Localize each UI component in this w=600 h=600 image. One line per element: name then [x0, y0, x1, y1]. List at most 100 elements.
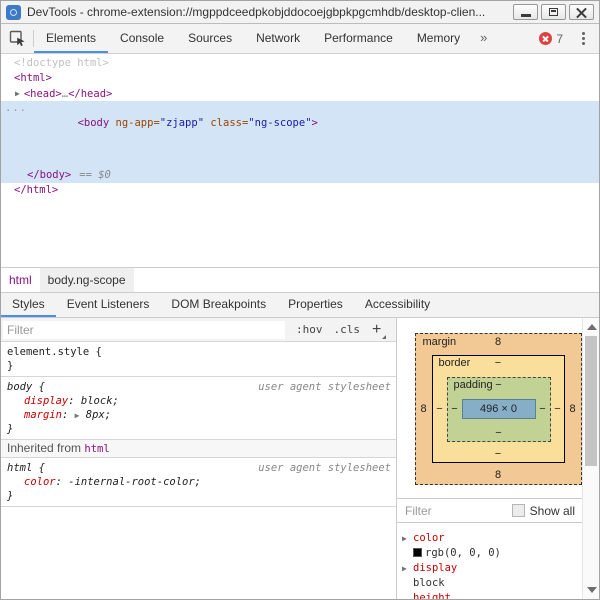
- computed-toolbar: Show all: [397, 498, 599, 523]
- css-property-margin[interactable]: margin: ▶ 8px;: [7, 408, 394, 422]
- rule-html[interactable]: user agent stylesheet html { color: -int…: [1, 458, 396, 507]
- html-node-link[interactable]: html: [84, 443, 109, 455]
- body-close-line[interactable]: </body>== $0: [1, 168, 599, 183]
- margin-top-value[interactable]: 8: [495, 336, 501, 348]
- head-line[interactable]: ▶<head>…</head>: [1, 86, 599, 101]
- tab-memory[interactable]: Memory: [405, 24, 472, 53]
- border-label: border: [439, 356, 471, 371]
- dollar-zero-hint: == $0: [79, 169, 111, 181]
- close-button[interactable]: [569, 4, 594, 20]
- rule-body[interactable]: user agent stylesheet body { display: bl…: [1, 377, 396, 440]
- margin-left-value[interactable]: 8: [417, 403, 431, 415]
- computed-sidebar: margin8 8 border− − padding− −: [397, 318, 599, 599]
- titlebar[interactable]: DevTools - chrome-extension://mgppdceedp…: [1, 1, 599, 24]
- doctype-line[interactable]: <!doctype html>: [1, 56, 599, 71]
- show-all-checkbox[interactable]: Show all: [512, 504, 575, 518]
- border-bottom-value[interactable]: −: [495, 448, 501, 460]
- padding-top-value[interactable]: −: [495, 379, 501, 391]
- minimize-button[interactable]: [513, 4, 538, 20]
- margin-label: margin: [423, 335, 457, 350]
- expand-arrow-icon[interactable]: ▶: [15, 89, 20, 98]
- padding-label: padding: [454, 378, 493, 393]
- border-top-value[interactable]: −: [495, 357, 501, 369]
- box-model-margin[interactable]: margin8 8 border− − padding− −: [415, 333, 582, 485]
- inspect-element-button[interactable]: [1, 24, 33, 53]
- inspect-cursor-icon: [9, 30, 26, 47]
- box-model-diagram: margin8 8 border− − padding− −: [397, 318, 599, 498]
- expand-arrow-icon[interactable]: ▶: [402, 531, 407, 546]
- box-model-content-size[interactable]: 496 × 0: [462, 399, 536, 419]
- css-property-display[interactable]: display: block;: [7, 394, 394, 408]
- tab-performance[interactable]: Performance: [312, 24, 405, 53]
- computed-filter-input[interactable]: [405, 504, 495, 518]
- tab-accessibility[interactable]: Accessibility: [354, 293, 441, 317]
- window-controls: [513, 4, 594, 20]
- padding-right-value[interactable]: −: [536, 403, 550, 415]
- show-all-label: Show all: [530, 504, 575, 518]
- element-classes-toggle[interactable]: .cls: [334, 323, 361, 336]
- rule-selector: element.style: [7, 346, 89, 358]
- devtools-window: DevTools - chrome-extension://mgppdceedp…: [0, 0, 600, 600]
- padding-left-value[interactable]: −: [448, 403, 462, 415]
- error-badge-icon[interactable]: [539, 32, 552, 45]
- box-model-border[interactable]: border− − padding− − 496 × 0 −: [432, 355, 565, 463]
- tab-sources[interactable]: Sources: [176, 24, 244, 53]
- rule-selector: html: [7, 462, 32, 474]
- box-model-padding[interactable]: padding− − 496 × 0 − −: [447, 377, 551, 442]
- tab-properties[interactable]: Properties: [277, 293, 354, 317]
- computed-prop-display[interactable]: ▶display: [397, 561, 599, 576]
- tab-dom-breakpoints[interactable]: DOM Breakpoints: [160, 293, 277, 317]
- scrollbar[interactable]: [582, 318, 599, 599]
- tab-event-listeners[interactable]: Event Listeners: [56, 293, 161, 317]
- stylesheet-origin: user agent stylesheet: [258, 462, 391, 474]
- margin-bottom-value[interactable]: 8: [495, 469, 501, 481]
- scroll-down-icon[interactable]: [587, 587, 597, 593]
- computed-value-display: block: [397, 576, 599, 591]
- padding-bottom-value[interactable]: −: [495, 427, 501, 439]
- breadcrumb: html body.ng-scope: [1, 267, 599, 292]
- window-title: DevTools - chrome-extension://mgppdceedp…: [27, 5, 513, 19]
- breadcrumb-body[interactable]: body.ng-scope: [40, 268, 134, 292]
- restore-button[interactable]: [541, 4, 566, 20]
- border-right-value[interactable]: −: [551, 403, 565, 415]
- body-open-line[interactable]: ...<body ng-app="zjapp" class="ng-scope"…: [1, 101, 599, 116]
- more-tabs-chevron[interactable]: »: [472, 24, 495, 53]
- kebab-menu-icon[interactable]: [572, 32, 595, 45]
- margin-right-value[interactable]: 8: [566, 403, 580, 415]
- error-count[interactable]: 7: [556, 32, 563, 46]
- html-close-line[interactable]: </html>: [1, 183, 599, 198]
- styles-filter-input[interactable]: [3, 321, 285, 339]
- selected-body-node[interactable]: ...<body ng-app="zjapp" class="ng-scope"…: [1, 101, 599, 183]
- elements-tree: <!doctype html> <html> ▶<head>…</head> .…: [1, 54, 599, 267]
- rule-element-style[interactable]: element.style { }: [1, 342, 396, 377]
- scroll-up-icon[interactable]: [587, 324, 597, 330]
- computed-prop-height[interactable]: height: [397, 591, 599, 599]
- css-property-color[interactable]: color: -internal-root-color;: [7, 475, 394, 489]
- styles-pane: :hov .cls + element.style { } user agent…: [1, 318, 397, 599]
- tab-network[interactable]: Network: [244, 24, 312, 53]
- rule-selector: body: [7, 381, 32, 393]
- border-left-value[interactable]: −: [433, 403, 447, 415]
- breadcrumb-html[interactable]: html: [1, 268, 40, 292]
- tab-console[interactable]: Console: [108, 24, 176, 53]
- devtools-toolbar: Elements Console Sources Network Perform…: [1, 24, 599, 54]
- color-swatch-icon: [413, 548, 422, 557]
- minimize-icon: [521, 14, 531, 17]
- new-style-rule-button[interactable]: +: [372, 322, 381, 338]
- devtools-app-icon: [6, 5, 21, 20]
- close-icon: [576, 7, 587, 18]
- scrollbar-thumb[interactable]: [585, 336, 597, 466]
- checkbox-icon[interactable]: [512, 504, 525, 517]
- tab-elements[interactable]: Elements: [34, 24, 108, 53]
- restore-icon: [549, 8, 558, 16]
- styles-toolbar: :hov .cls +: [1, 318, 396, 342]
- html-open-line[interactable]: <html>: [1, 71, 599, 86]
- overflow-dots-icon[interactable]: ...: [5, 101, 27, 116]
- stylesheet-origin: user agent stylesheet: [258, 381, 391, 393]
- tab-styles[interactable]: Styles: [1, 293, 56, 317]
- computed-value-color: rgb(0, 0, 0): [397, 546, 599, 561]
- pseudo-state-toggle[interactable]: :hov: [296, 323, 323, 336]
- sidebar-tabs: Styles Event Listeners DOM Breakpoints P…: [1, 292, 599, 318]
- computed-prop-color[interactable]: ▶color: [397, 531, 599, 546]
- expand-arrow-icon[interactable]: ▶: [402, 561, 407, 576]
